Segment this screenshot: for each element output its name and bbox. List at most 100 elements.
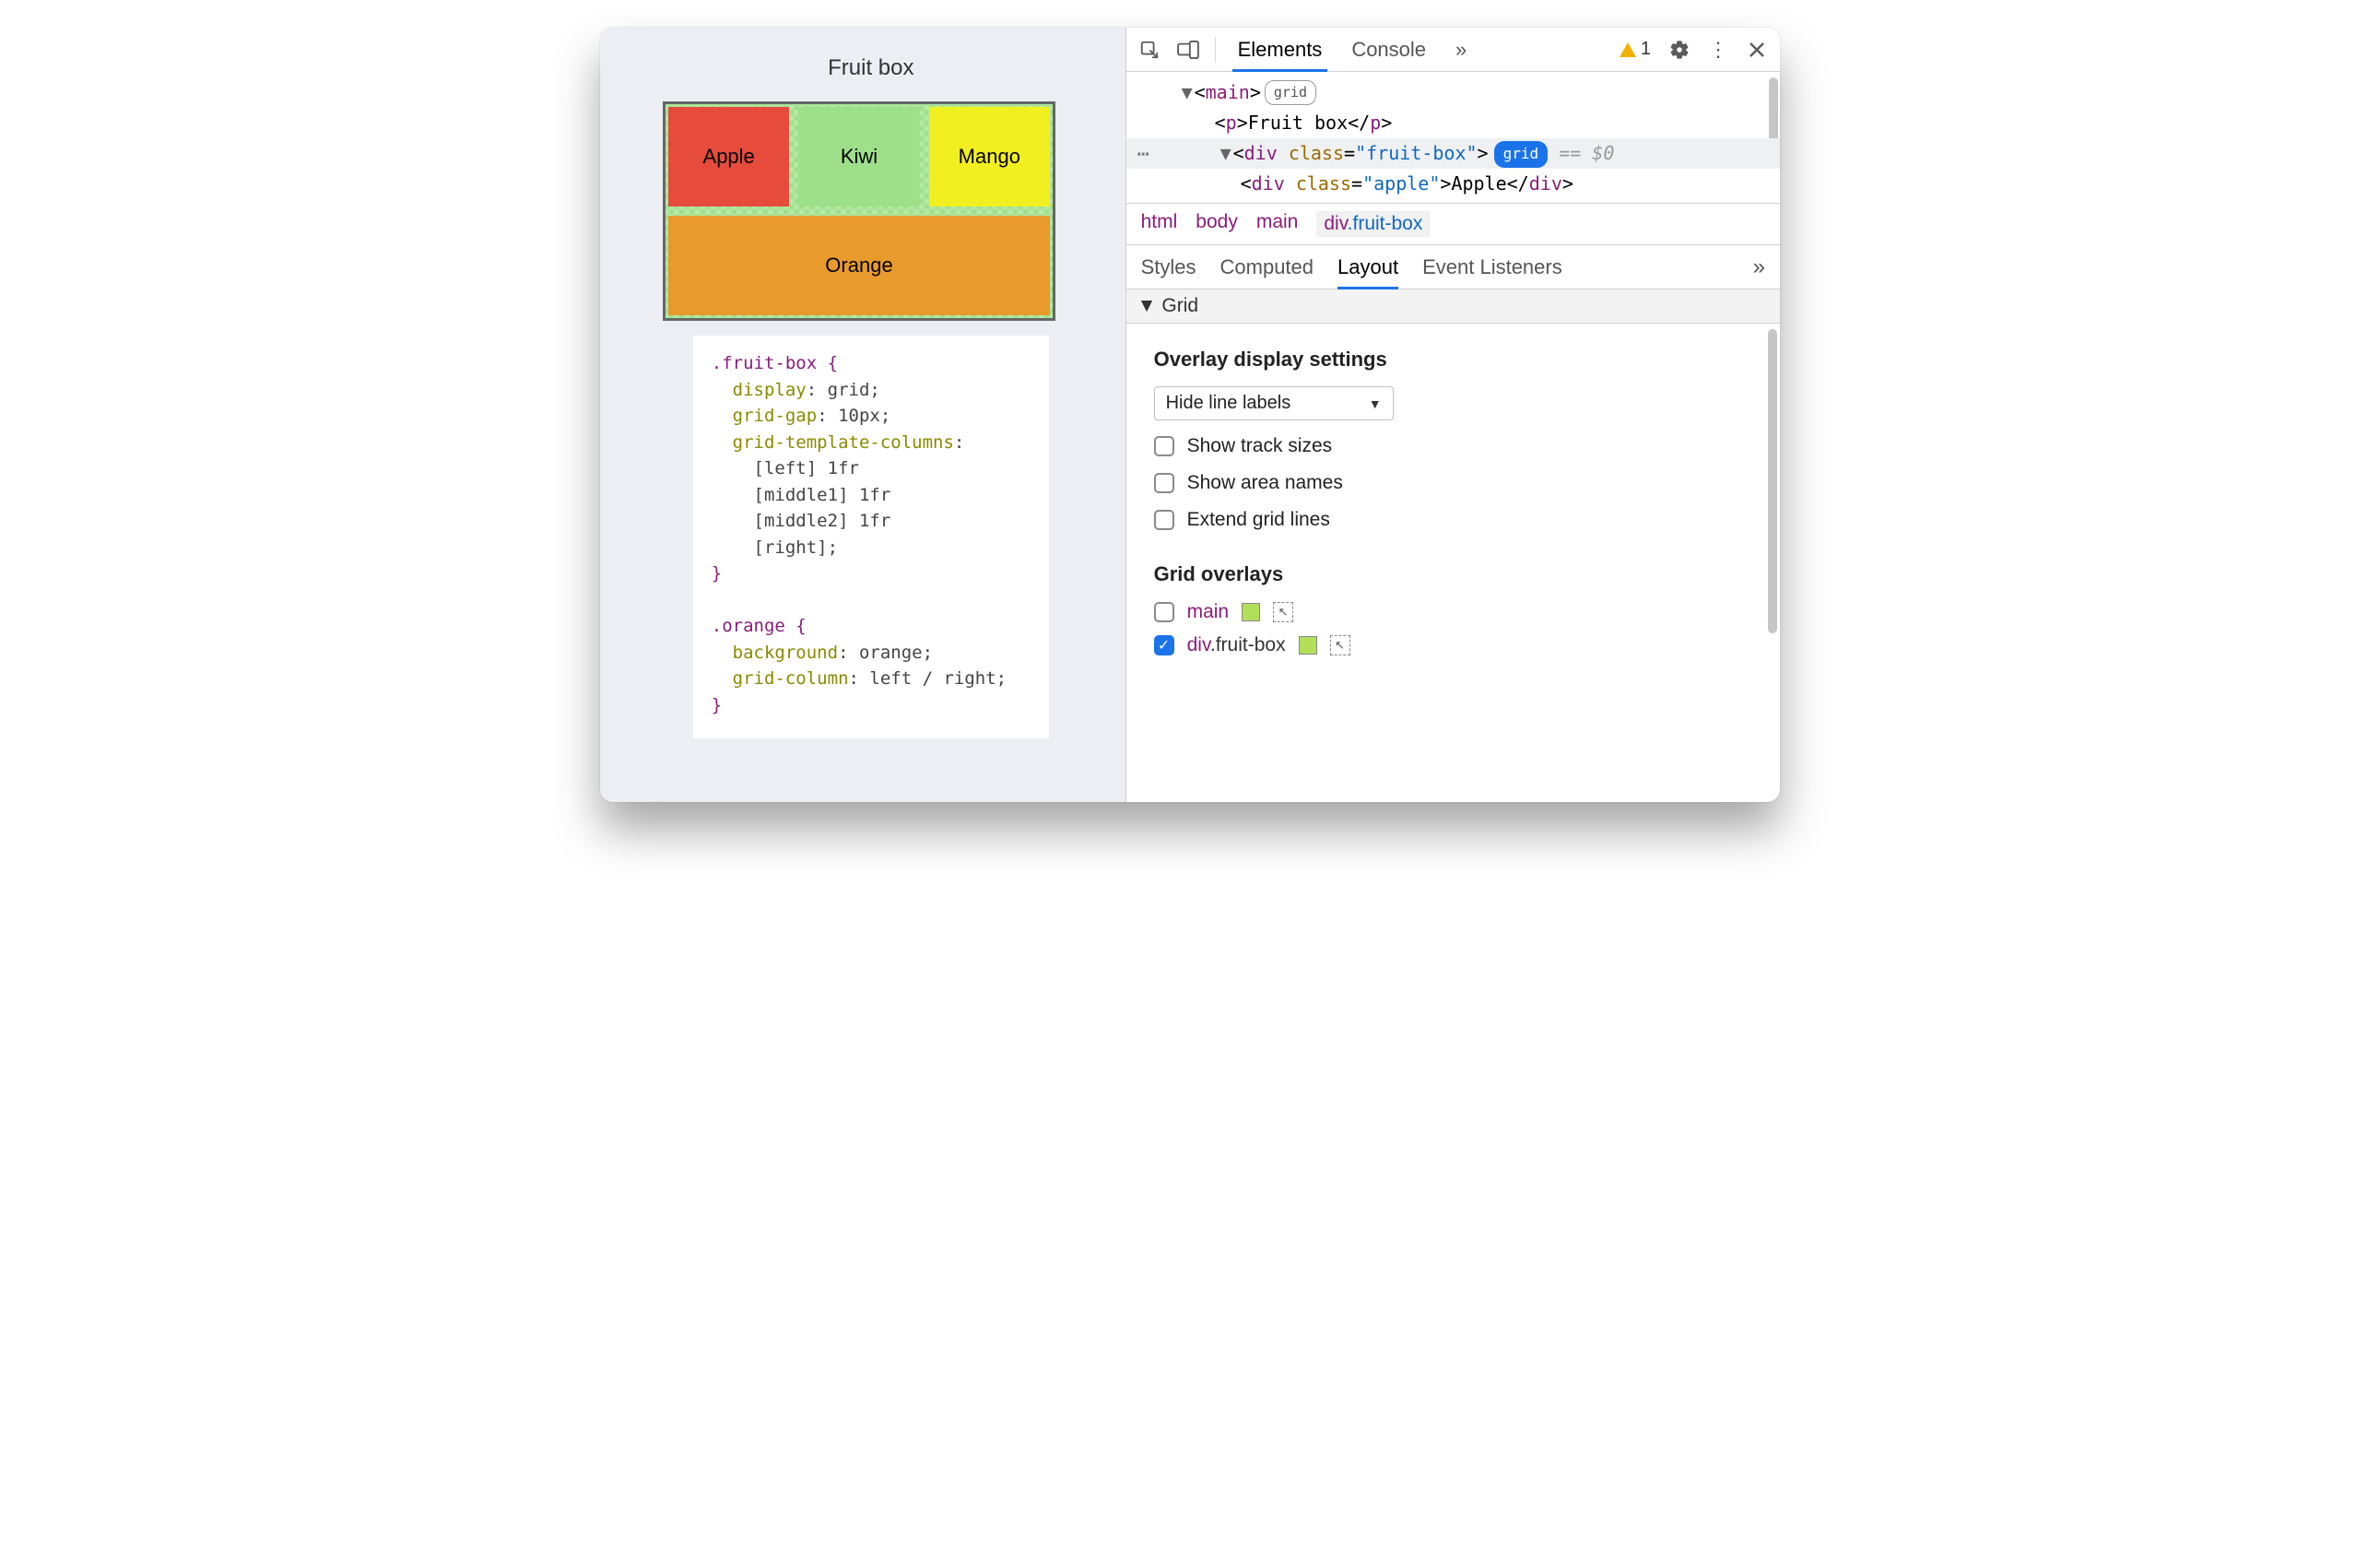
crumb-fruit-box[interactable]: div.fruit-box [1316, 211, 1430, 237]
checkbox[interactable] [1154, 436, 1174, 456]
crumb-html[interactable]: html [1141, 211, 1178, 237]
dom-node-apple[interactable]: <div class="apple">Apple</div> [1126, 169, 1780, 199]
overlay-label: main [1187, 601, 1230, 623]
color-swatch[interactable] [1242, 603, 1260, 621]
node-text: Fruit box [1248, 112, 1348, 134]
subtab-styles[interactable]: Styles [1141, 245, 1196, 289]
disclosure-triangle-icon[interactable]: ▼ [1220, 139, 1233, 168]
css-val: : [954, 432, 964, 453]
checkbox[interactable] [1154, 602, 1174, 622]
devtools-toolbar: Elements Console » 1 ⋮ [1126, 28, 1780, 72]
attr-value: "apple" [1362, 172, 1440, 195]
sidebar-subtabs: Styles Computed Layout Event Listeners » [1126, 245, 1780, 289]
css-prop: grid-column [712, 668, 849, 689]
css-prop: background [712, 643, 838, 663]
overlay-row-main[interactable]: main ↖ [1154, 601, 1752, 623]
disclosure-triangle-icon[interactable]: ▼ [1182, 78, 1195, 107]
option-label: Show track sizes [1187, 435, 1333, 457]
checkbox-checked[interactable]: ✓ [1154, 635, 1174, 655]
subtab-computed[interactable]: Computed [1220, 245, 1314, 289]
page-title: Fruit box [663, 55, 1079, 81]
tag-name: div [1252, 172, 1285, 195]
device-toolbar-icon[interactable] [1171, 32, 1206, 67]
option-show-track-sizes[interactable]: Show track sizes [1154, 435, 1752, 457]
css-val: [left] 1fr [712, 458, 859, 478]
checkbox[interactable] [1154, 510, 1174, 530]
subtab-event-listeners[interactable]: Event Listeners [1422, 245, 1562, 289]
tag-name: p [1370, 112, 1381, 134]
highlight-element-icon[interactable]: ↖ [1273, 602, 1293, 622]
separator [1215, 37, 1216, 63]
settings-gear-icon[interactable] [1662, 32, 1697, 67]
scrollbar[interactable] [1768, 329, 1777, 797]
grid-badge[interactable]: grid [1265, 80, 1316, 105]
crumb-body[interactable]: body [1196, 211, 1238, 237]
overlay-row-fruit-box[interactable]: ✓ div.fruit-box ↖ [1154, 634, 1752, 656]
option-extend-grid-lines[interactable]: Extend grid lines [1154, 509, 1752, 531]
grid-section-header[interactable]: ▼ Grid [1126, 289, 1780, 324]
css-val: : 10px; [817, 406, 890, 426]
grid-overlay-frame: Apple Kiwi Mango Orange [663, 101, 1055, 321]
fruit-kiwi[interactable]: Kiwi [798, 107, 919, 207]
subtab-layout[interactable]: Layout [1337, 245, 1398, 289]
attr-value: "fruit-box" [1355, 142, 1477, 164]
ellipsis-icon[interactable]: ⋯ [1137, 139, 1151, 171]
attr-name: class [1289, 142, 1344, 164]
css-brace: } [712, 695, 722, 715]
checkbox[interactable] [1154, 473, 1174, 493]
dom-breadcrumbs: html body main div.fruit-box [1126, 204, 1780, 245]
dom-node-p[interactable]: <p>Fruit box</p> [1126, 108, 1780, 138]
css-prop: display [712, 380, 807, 400]
warning-icon [1620, 42, 1636, 57]
chevron-down-icon: ▼ [1369, 396, 1382, 411]
fruit-apple[interactable]: Apple [668, 107, 789, 207]
css-prop: grid-template-columns [712, 432, 954, 453]
fruit-box-grid[interactable]: Apple Kiwi Mango Orange [668, 107, 1050, 315]
grid-badge-active[interactable]: grid [1494, 141, 1549, 168]
tag-name: main [1206, 81, 1250, 103]
crumb-tag: div [1324, 213, 1347, 234]
highlight-element-icon[interactable]: ↖ [1330, 635, 1350, 655]
inspect-element-icon[interactable] [1132, 32, 1167, 67]
tag-name: div [1529, 172, 1562, 195]
kebab-menu-icon[interactable]: ⋮ [1701, 32, 1736, 67]
overlay-tag: div [1187, 634, 1210, 655]
fruit-mango[interactable]: Mango [929, 107, 1050, 207]
node-text: Apple [1451, 172, 1506, 195]
layout-panel: Overlay display settings Hide line label… [1126, 324, 1780, 802]
tab-console[interactable]: Console [1338, 28, 1439, 71]
dom-tree[interactable]: ▼<main>grid <p>Fruit box</p> ⋯ ▼<div cla… [1126, 72, 1780, 204]
overlay-label: div.fruit-box [1187, 634, 1286, 656]
section-title: Grid [1161, 295, 1198, 317]
attr-name: class [1296, 172, 1351, 195]
dom-node-fruit-box[interactable]: ⋯ ▼<div class="fruit-box">grid == $0 [1126, 138, 1780, 169]
devtools-window: Fruit box Apple Kiwi Mango Orange .fruit… [600, 28, 1780, 802]
css-selector: .orange { [712, 616, 807, 636]
crumb-main[interactable]: main [1256, 211, 1299, 237]
grid-overlays-heading: Grid overlays [1154, 562, 1752, 586]
css-val: : grid; [807, 380, 880, 400]
css-val: [middle2] 1fr [712, 511, 890, 531]
css-val: [right]; [712, 537, 838, 558]
option-show-area-names[interactable]: Show area names [1154, 472, 1752, 494]
option-label: Show area names [1187, 472, 1343, 494]
dom-node-main[interactable]: ▼<main>grid [1126, 77, 1780, 108]
close-devtools-icon[interactable] [1739, 32, 1774, 67]
tabs-overflow-icon[interactable]: » [1443, 28, 1479, 71]
css-val: [middle1] 1fr [712, 485, 890, 505]
color-swatch[interactable] [1299, 636, 1317, 655]
tag-name: div [1244, 142, 1278, 164]
warning-count[interactable]: 1 [1620, 39, 1651, 60]
subtabs-overflow-icon[interactable]: » [1753, 254, 1765, 280]
select-value: Hide line labels [1166, 393, 1291, 414]
overlay-settings-heading: Overlay display settings [1154, 348, 1752, 372]
line-labels-select[interactable]: Hide line labels ▼ [1154, 386, 1394, 420]
css-selector: .fruit-box { [712, 353, 838, 373]
disclosure-triangle-icon[interactable]: ▼ [1137, 295, 1157, 317]
overlay-class: .fruit-box [1210, 634, 1286, 655]
tag-name: p [1226, 112, 1237, 134]
fruit-orange[interactable]: Orange [668, 216, 1050, 315]
css-brace: } [712, 563, 722, 584]
crumb-class: .fruit-box [1348, 213, 1423, 234]
tab-elements[interactable]: Elements [1225, 28, 1336, 71]
